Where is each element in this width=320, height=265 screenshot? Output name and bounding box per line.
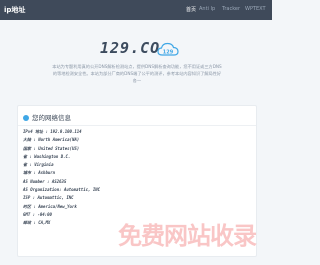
- logo-text: 129.CO: [100, 39, 161, 57]
- info-row-ipv4: IPv4 地址 : 192.0.100.114: [23, 129, 82, 134]
- logo-area: 129.CO 129: [0, 38, 272, 62]
- info-dot-icon: [23, 115, 29, 121]
- nav-item-tracker[interactable]: Tracker: [222, 6, 240, 12]
- info-row-as-organization: AS Organization: Automattic, INC: [23, 187, 101, 193]
- nav-item-wptext[interactable]: WPTEXT: [245, 6, 266, 12]
- info-row-country: 国家 : United States(US): [23, 145, 80, 151]
- card-title-text: 您的网络信息: [32, 114, 71, 122]
- nav-item-anti-ip[interactable]: Anti Ip: [199, 6, 215, 12]
- card-divider: [18, 125, 256, 126]
- info-row-region: 省 : Washington D.C.: [23, 153, 71, 159]
- cloud-logo-badge: 129: [163, 49, 174, 55]
- watermark-text: 免费网站收录: [118, 222, 257, 250]
- site-description: 本站为专题利用真的公开DNS解析检测站点，提供DNS解析查询功能，您不用证或三方…: [52, 64, 222, 83]
- info-row-isp: ISP : Automattic, INC: [23, 195, 74, 201]
- info-row-postal: 邮政 : CA,MX: [23, 220, 51, 226]
- nav-item-home[interactable]: 首页: [186, 6, 196, 13]
- info-row-city: 城市 : Ashburn: [23, 170, 56, 176]
- info-row-gmt: GMT : -04:00: [23, 211, 52, 217]
- top-navigation-bar: ip地址 首页 Anti Ip Tracker WPTEXT: [0, 0, 272, 20]
- cloud-logo-icon: 129: [157, 42, 179, 56]
- info-row-province: 省 : Virginia: [23, 162, 54, 168]
- card-title: 您的网络信息: [23, 112, 71, 122]
- info-row-as-number: AS Number : AS2635: [23, 178, 67, 184]
- info-row-timezone: 时区 : America/New_York: [23, 203, 77, 209]
- site-brand[interactable]: ip地址: [4, 5, 25, 15]
- network-info-list: IPv4 地址 : 192.0.100.114 大陆 : North Ameri…: [23, 128, 100, 228]
- info-row-continent: 大陆 : North America(NA): [23, 137, 80, 143]
